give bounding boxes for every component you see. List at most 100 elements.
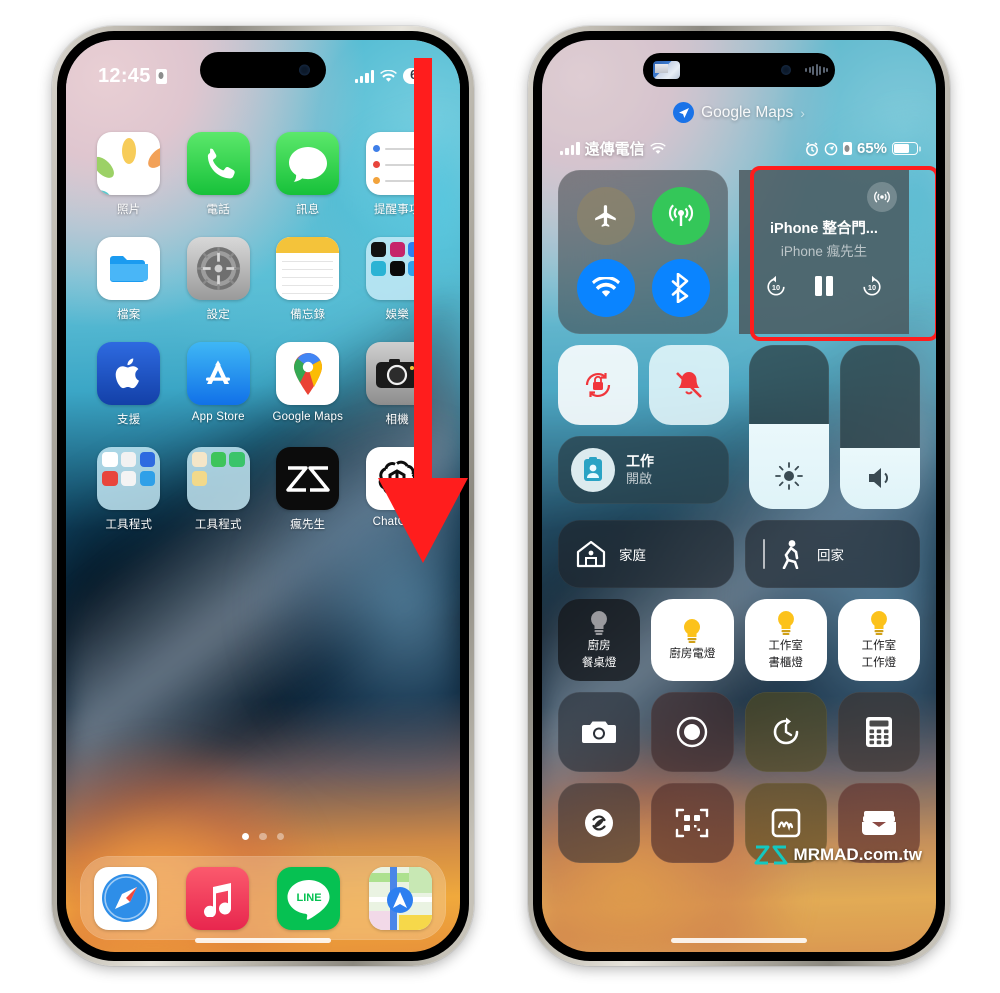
arrive-home-scene-tile[interactable]: 回家 — [744, 520, 920, 588]
brightness-slider[interactable] — [749, 345, 829, 509]
timer-shortcut[interactable] — [744, 692, 827, 772]
safari-icon[interactable] — [94, 866, 158, 930]
app-icon-phone[interactable]: 電話 — [174, 132, 264, 217]
small-toggles — [558, 345, 729, 425]
app-icon-google-maps[interactable]: Google Maps — [263, 342, 353, 427]
camera-shortcut[interactable] — [558, 692, 641, 772]
google-maps-icon — [276, 342, 340, 405]
app-label: 電話 — [206, 204, 230, 216]
focus-state: 開啟 — [626, 470, 653, 486]
cc-row-toggles-sliders: 工作 開啟 — [558, 345, 920, 509]
qr-scanner-shortcut[interactable] — [651, 783, 734, 863]
light-tile-studio-work[interactable]: 工作室 工作燈 — [837, 599, 920, 681]
right-phone-bezel: Google Maps › 遠傳電信 65% iPhone 整合門... iPh… — [533, 31, 945, 961]
wifi-icon — [649, 142, 666, 154]
location-icon — [824, 142, 838, 155]
timer-icon — [773, 717, 798, 745]
home-indicator-bar[interactable] — [671, 938, 807, 943]
notes-icon — [276, 237, 340, 300]
page-dot-1[interactable] — [241, 832, 250, 840]
airplane-mode-button[interactable] — [576, 187, 635, 245]
calculator-shortcut[interactable] — [837, 692, 920, 772]
focus-work-icon — [571, 448, 615, 492]
carrier-name: 遠傳電信 — [584, 141, 645, 158]
volume-slider[interactable] — [840, 345, 920, 509]
airplay-audio-icon[interactable] — [867, 182, 897, 212]
left-phone-device: 12:45 68 — [52, 26, 474, 966]
app-icon-mrmad[interactable]: 瘋先生 — [263, 447, 353, 532]
app-icon-messages[interactable]: 訊息 — [263, 132, 353, 217]
now-playing-app-banner[interactable]: Google Maps › — [542, 102, 936, 123]
status-time: 12:45 — [98, 64, 151, 87]
bluetooth-button[interactable] — [651, 259, 710, 317]
app-folder-utilities-1[interactable]: 工具程式 — [84, 447, 174, 532]
bulb-on-icon — [870, 610, 887, 635]
app-icon-settings[interactable]: 設定 — [174, 237, 264, 322]
battery-percent: 65% — [856, 140, 887, 157]
volume-icon — [869, 468, 888, 488]
page-dot-3[interactable] — [276, 832, 285, 840]
focus-title: 工作 — [626, 453, 654, 470]
photos-pinwheel — [97, 137, 161, 195]
svg-text:LINE: LINE — [296, 892, 321, 904]
home-indicator-bar[interactable] — [195, 938, 331, 943]
toggles-column: 工作 開啟 — [558, 345, 729, 509]
control-center-grid: iPhone 整合門... iPhone 瘋先生 10 10 工作 開啟 家庭 … — [558, 166, 936, 938]
app-icon-photos[interactable]: 照片 — [84, 132, 174, 217]
orientation-lock-icon — [842, 142, 852, 155]
home-app-tile[interactable]: 家庭 — [558, 520, 734, 588]
focus-mode-tile[interactable]: 工作 開啟 — [558, 436, 729, 504]
skip-back-10-icon[interactable]: 10 — [765, 275, 787, 302]
folder-mini-icons — [187, 447, 250, 510]
music-icon[interactable] — [185, 866, 249, 930]
light-label-line2: 工作燈 — [861, 657, 897, 669]
light-tile-studio-bookcase[interactable]: 工作室 書櫃燈 — [744, 599, 827, 681]
cellular-data-button[interactable] — [651, 187, 710, 245]
camera-icon — [582, 721, 617, 743]
dynamic-island — [200, 52, 326, 88]
wifi-button[interactable] — [576, 259, 635, 317]
light-label-line2: 餐桌燈 — [581, 657, 617, 669]
app-folder-utilities-2[interactable]: 工具程式 — [174, 447, 264, 532]
app-label: 檔案 — [117, 309, 141, 321]
media-player-tile[interactable]: iPhone 整合門... iPhone 瘋先生 10 10 — [739, 170, 909, 334]
app-label: 工具程式 — [194, 519, 242, 531]
settings-icon — [186, 237, 250, 300]
app-icon-app-store[interactable]: App Store — [174, 342, 264, 427]
rotation-lock-button[interactable] — [558, 345, 638, 425]
app-icon-notes[interactable]: 備忘錄 — [263, 237, 353, 322]
chevron-right-icon: › — [800, 104, 805, 121]
app-label: App Store — [191, 411, 245, 423]
pause-button[interactable] — [813, 274, 835, 303]
photos-icon — [97, 132, 161, 195]
silent-mode-button[interactable] — [649, 345, 729, 425]
screen-record-shortcut[interactable] — [651, 692, 734, 772]
svg-text:10: 10 — [772, 283, 780, 292]
skip-forward-10-icon[interactable]: 10 — [861, 275, 883, 302]
control-center-screen: Google Maps › 遠傳電信 65% iPhone 整合門... iPh… — [542, 40, 936, 952]
page-dot-2[interactable] — [259, 832, 267, 840]
line-icon[interactable]: LINE — [277, 866, 341, 930]
control-center-status-bar: 遠傳電信 65% — [560, 138, 918, 159]
light-tile-kitchen-lamp[interactable]: 廚房電燈 — [651, 599, 734, 681]
folder-mini-icons — [97, 447, 160, 510]
google-maps-nav-icon — [673, 102, 695, 123]
walking-person-icon — [782, 540, 799, 569]
light-label-line1: 工作室 — [861, 639, 897, 652]
apple-maps-icon[interactable] — [368, 866, 432, 930]
brightness-fill — [749, 423, 829, 509]
media-subtitle: iPhone 瘋先生 — [780, 244, 868, 259]
light-tile-kitchen-table[interactable]: 廚房 餐桌燈 — [558, 599, 641, 681]
shazam-shortcut[interactable] — [558, 783, 641, 863]
now-playing-app-label: Google Maps — [701, 103, 794, 121]
app-store-icon — [186, 342, 250, 405]
app-icon-apple-support[interactable]: 支援 — [84, 342, 174, 427]
qr-code-icon — [676, 808, 709, 838]
app-icon-files[interactable]: 檔案 — [84, 237, 174, 322]
light-label-line1: 廚房 — [587, 639, 611, 652]
status-indicators: 65% — [805, 140, 918, 157]
cc-row-utilities-1 — [558, 692, 920, 772]
page-indicator-dots[interactable] — [66, 832, 460, 840]
swipe-down-arrow-annotation — [378, 58, 468, 563]
calculator-icon — [865, 717, 892, 747]
